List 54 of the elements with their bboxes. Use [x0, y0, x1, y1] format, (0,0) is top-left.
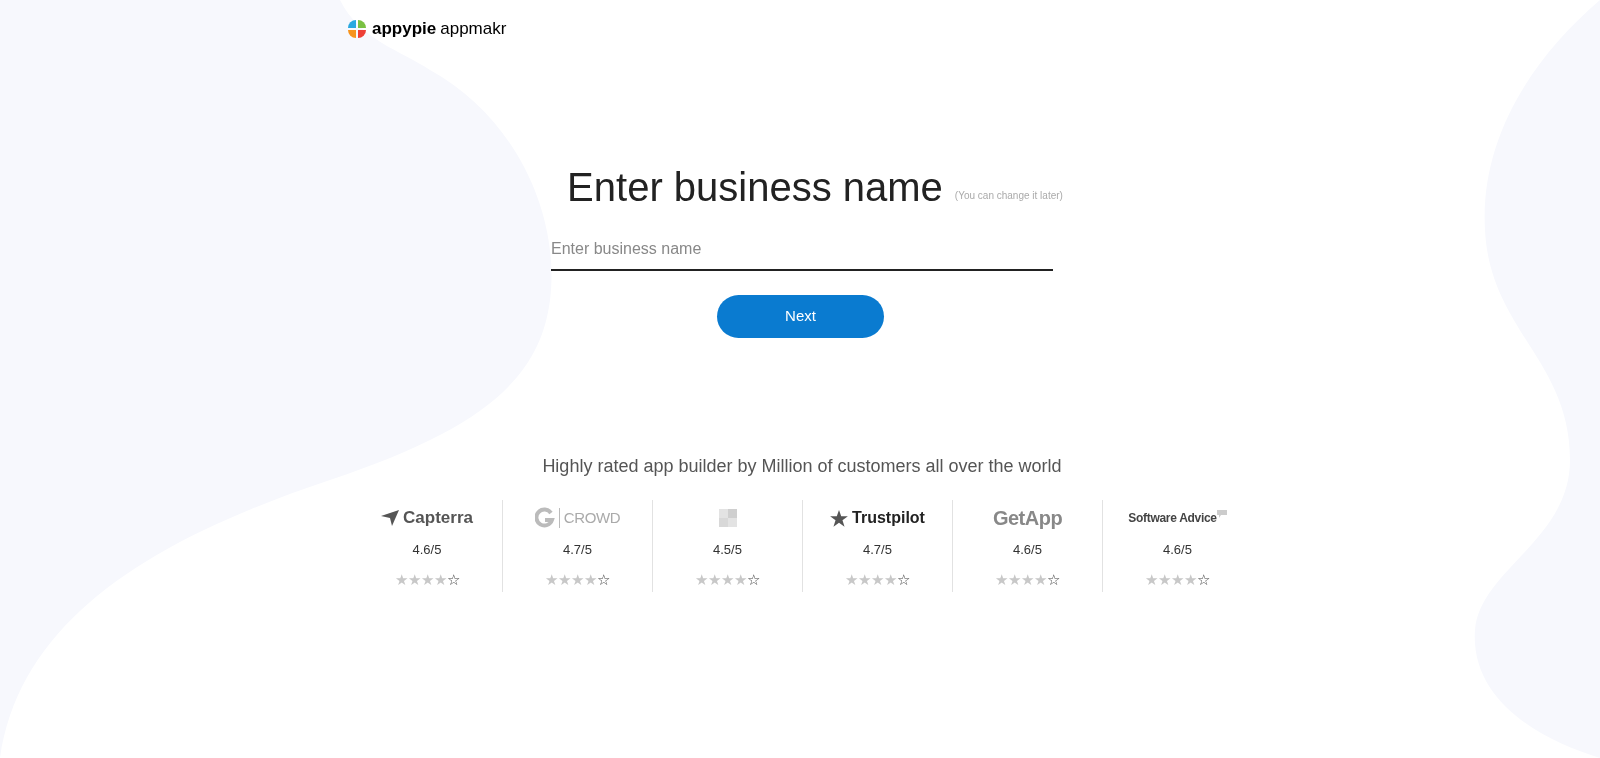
next-button[interactable]: Next — [717, 295, 884, 338]
filled-star-icon: ★ — [1008, 571, 1021, 587]
rating-score: 4.6/5 — [412, 541, 442, 559]
filled-star-icon: ★ — [695, 571, 708, 587]
filled-star-icon: ★ — [571, 571, 584, 587]
capterra-logo: Capterra — [403, 507, 473, 530]
filled-star-icon: ★ — [407, 571, 421, 587]
title-note: (You can change it later) — [954, 189, 1063, 203]
product-name: appmakr — [440, 17, 507, 40]
empty-star-icon: ☆ — [1197, 571, 1210, 587]
filled-star-icon: ★ — [845, 571, 858, 587]
filled-star-icon: ★ — [584, 571, 597, 587]
paper-plane-icon — [381, 510, 400, 526]
filled-star-icon: ★ — [871, 571, 884, 587]
crowd-logo: CROWD — [563, 507, 621, 528]
brand-name: appypie — [372, 17, 437, 40]
empty-star-icon: ☆ — [446, 571, 460, 587]
g-letter-icon — [534, 507, 555, 529]
filled-star-icon: ★ — [1184, 571, 1197, 587]
filled-star-icon: ★ — [721, 571, 734, 587]
filled-star-icon: ★ — [858, 571, 871, 587]
page-title: Enter business name — [567, 167, 943, 207]
filled-star-icon: ★ — [1171, 571, 1184, 587]
getapp-logo: GetApp — [992, 506, 1063, 531]
speech-bubble-icon — [1216, 510, 1227, 518]
software-advice-logo: Software Advice — [1128, 510, 1217, 527]
filled-star-icon: ★ — [420, 571, 434, 587]
logo-icon — [718, 509, 737, 527]
rating-tagline: Highly rated app builder by Million of customers all over the world — [542, 455, 1062, 478]
rating-score: 4.5/5 — [713, 541, 742, 559]
filled-star-icon: ★ — [708, 571, 721, 587]
rating-score: 4.7/5 — [563, 541, 592, 559]
filled-star-icon: ★ — [545, 571, 558, 587]
filled-star-icon: ★ — [995, 571, 1008, 587]
rating-score: 4.6/5 — [1013, 541, 1042, 559]
business-name-field[interactable]: Enter business name — [551, 237, 1053, 271]
filled-star-icon: ★ — [433, 571, 447, 587]
rating-score: 4.6/5 — [1163, 541, 1192, 559]
empty-star-icon: ☆ — [747, 571, 760, 587]
filled-star-icon: ★ — [394, 571, 408, 587]
filled-star-icon: ★ — [558, 571, 571, 587]
trustpilot-logo: Trustpilot — [852, 508, 925, 528]
filled-star-icon: ★ — [1145, 571, 1158, 587]
empty-star-icon: ☆ — [897, 571, 910, 587]
appypie-logo-icon — [346, 17, 368, 40]
filled-star-icon: ★ — [1034, 571, 1047, 587]
star-icon — [830, 509, 849, 527]
filled-star-icon: ★ — [1021, 571, 1034, 587]
empty-star-icon: ☆ — [597, 571, 610, 587]
filled-star-icon: ★ — [1158, 571, 1171, 587]
filled-star-icon: ★ — [884, 571, 897, 587]
rating-score: 4.7/5 — [863, 541, 892, 559]
filled-star-icon: ★ — [734, 571, 747, 587]
empty-star-icon: ☆ — [1047, 571, 1060, 587]
